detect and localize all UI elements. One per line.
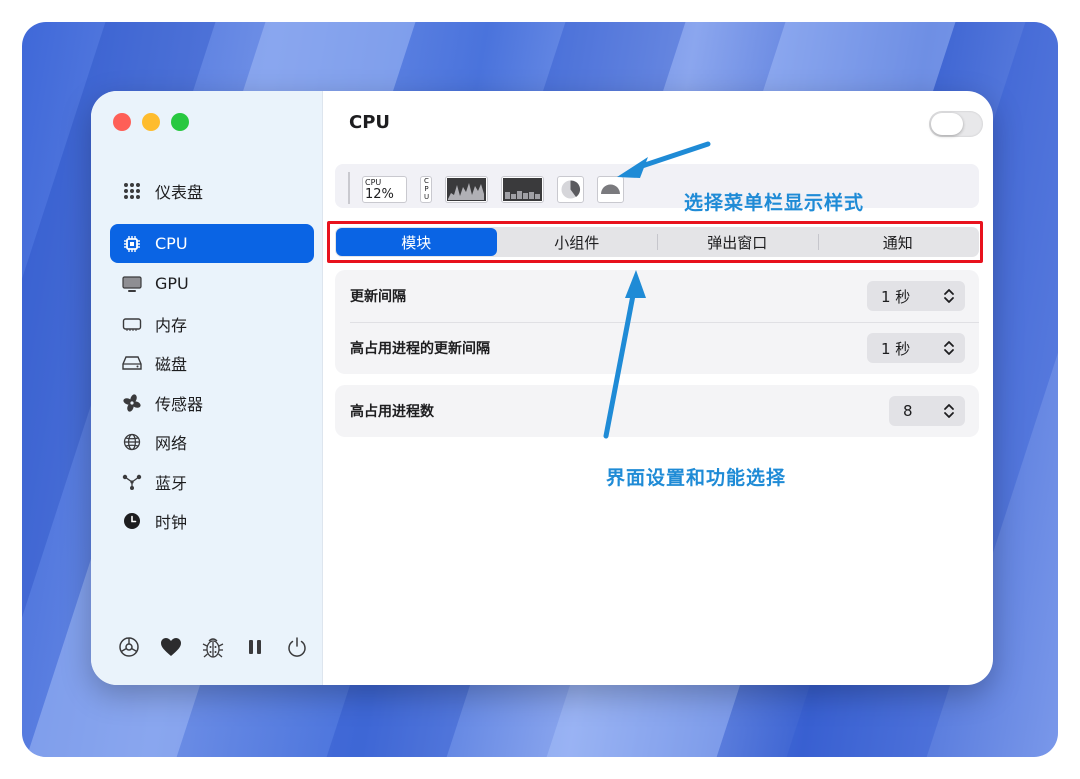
annotation-interface-settings: 界面设置和功能选择 [606, 467, 787, 489]
arrowhead-icon [625, 270, 646, 298]
annotation-arrows [603, 141, 711, 439]
arrowhead-icon [617, 157, 648, 178]
arrow-to-preview [633, 141, 711, 171]
arrow-to-tabs [603, 287, 637, 439]
annotation-menubar-style: 选择菜单栏显示样式 [684, 192, 865, 214]
